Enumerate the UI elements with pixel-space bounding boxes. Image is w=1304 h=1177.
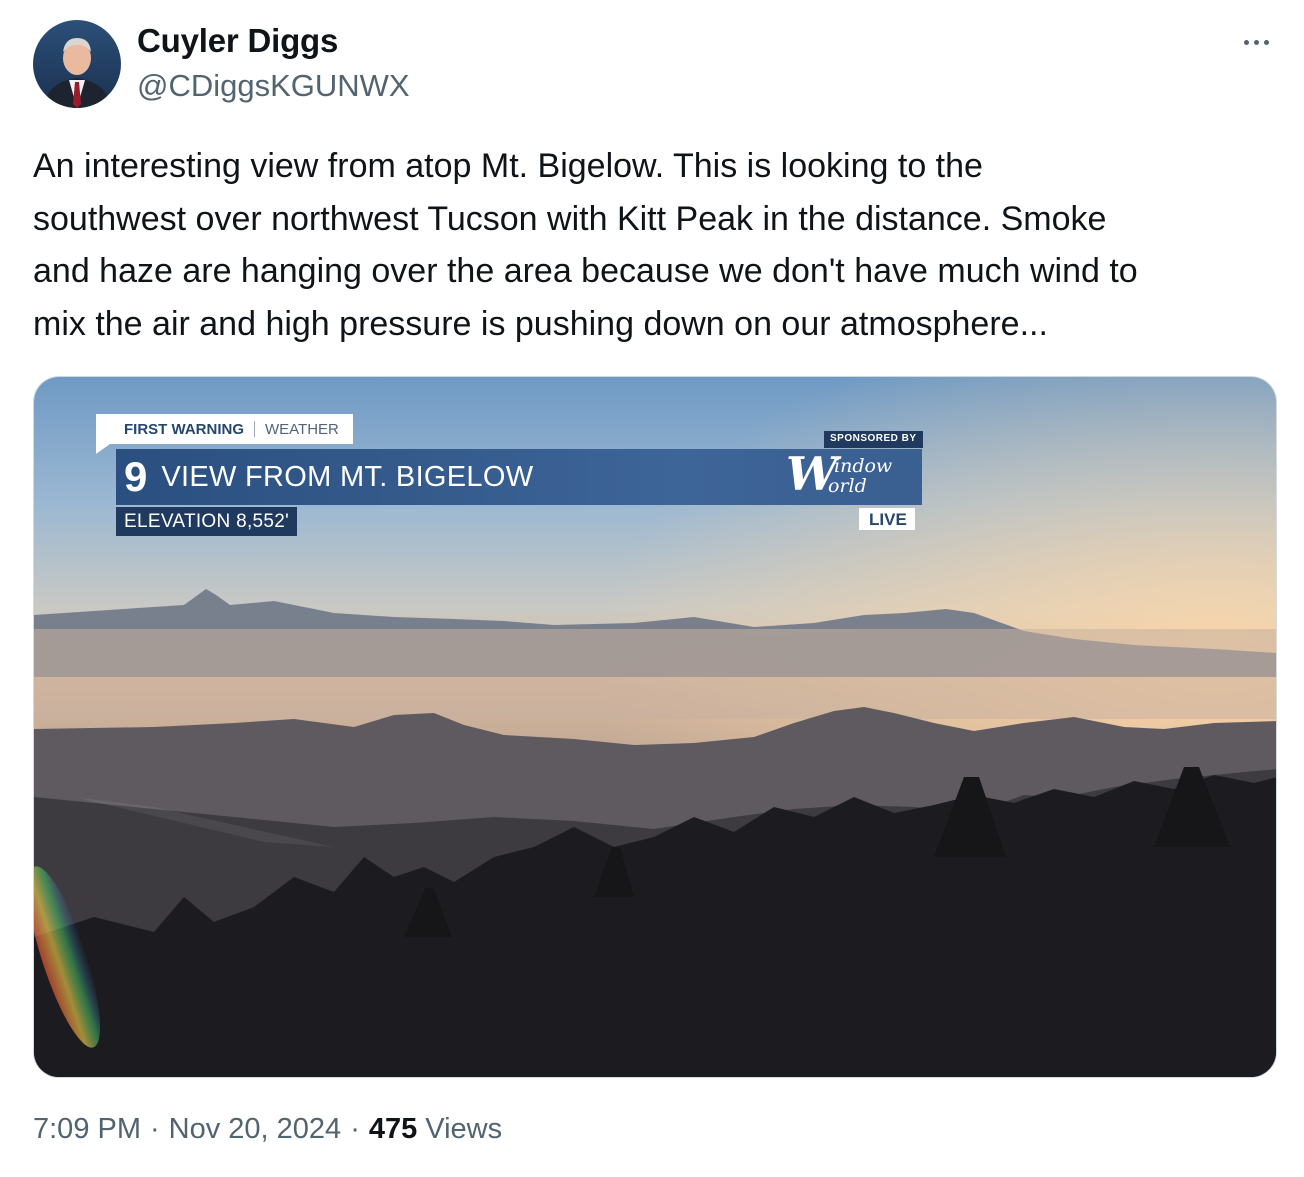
avatar[interactable] xyxy=(33,20,121,108)
sponsor-logo-line1: indow xyxy=(834,455,893,477)
overlay-tab-first-warning: FIRST WARNING xyxy=(124,420,244,438)
meta-separator: · xyxy=(350,1113,360,1145)
overlay-tab-divider xyxy=(254,421,255,437)
overlay-tab: FIRST WARNING WEATHER xyxy=(96,414,353,444)
live-badge: LIVE xyxy=(859,508,915,530)
author-handle[interactable]: @CDiggsKGUNWX xyxy=(137,68,410,104)
meta-separator: · xyxy=(150,1113,160,1145)
tweet-media[interactable]: FIRST WARNING WEATHER 9 VIEW FROM MT. BI… xyxy=(33,376,1277,1078)
overlay-elevation: ELEVATION 8,552' xyxy=(116,507,298,536)
tweet-text: An interesting view from atop Mt. Bigelo… xyxy=(33,147,1138,343)
views-count[interactable]: 475 xyxy=(369,1113,417,1146)
tweet-date[interactable]: Nov 20, 2024 xyxy=(169,1113,342,1146)
more-horizontal-icon xyxy=(1243,39,1249,45)
avatar-image xyxy=(33,20,121,108)
overlay-title: VIEW FROM MT. BIGELOW xyxy=(161,460,534,493)
channel-number: 9 xyxy=(124,453,148,500)
more-options-button[interactable] xyxy=(1232,26,1280,58)
views-label: Views xyxy=(425,1113,503,1145)
sponsor-logo: W indow orld xyxy=(778,447,924,507)
tweet-time[interactable]: 7:09 PM xyxy=(33,1113,141,1146)
author-display-name[interactable]: Cuyler Diggs xyxy=(137,22,338,60)
tweet-meta: 7:09 PM · Nov 20, 2024 · 475 Views xyxy=(33,1113,502,1146)
overlay-tab-tail xyxy=(96,444,110,454)
sponsor-logo-line2: orld xyxy=(828,475,867,497)
overlay-sponsored-by: SPONSORED BY xyxy=(824,431,923,448)
overlay-tab-weather: WEATHER xyxy=(265,420,339,438)
